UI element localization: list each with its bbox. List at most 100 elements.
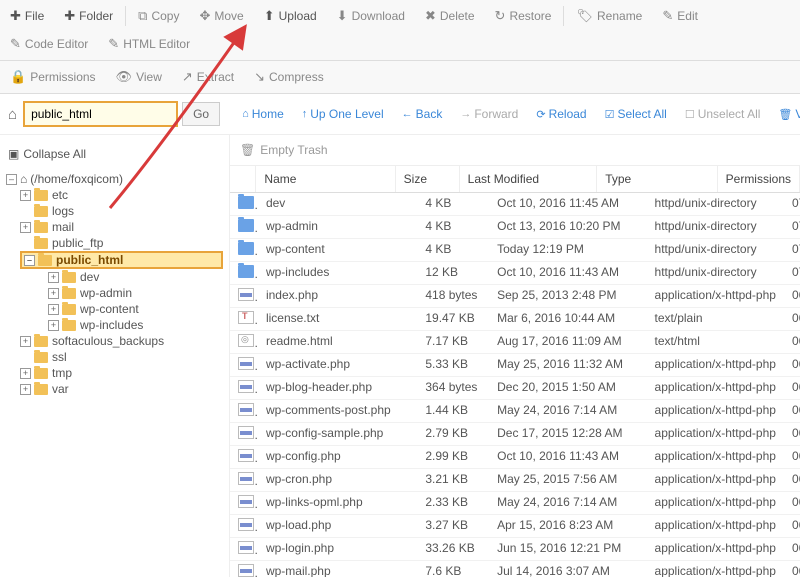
view-button[interactable]: 👁View bbox=[106, 63, 172, 91]
cell-size: 2.33 KB bbox=[417, 492, 489, 514]
restore-label: Restore bbox=[509, 9, 551, 23]
back-link[interactable]: ←Back bbox=[394, 102, 451, 126]
tree-item-tmp[interactable]: +tmp bbox=[20, 365, 223, 381]
table-row[interactable]: wp-admin4 KBOct 13, 2016 10:20 PMhttpd/u… bbox=[230, 216, 800, 239]
go-button[interactable]: Go bbox=[182, 102, 220, 126]
table-row[interactable]: wp-login.php33.26 KBJun 15, 2016 12:21 P… bbox=[230, 538, 800, 561]
tree-item-logs[interactable]: logs bbox=[20, 203, 223, 219]
col-name[interactable]: Name bbox=[256, 166, 395, 192]
up-link[interactable]: ↑Up One Level bbox=[294, 102, 392, 126]
edit-button[interactable]: ✎Edit bbox=[652, 2, 708, 30]
path-input[interactable] bbox=[23, 101, 178, 127]
tree-item-var[interactable]: +var bbox=[20, 381, 223, 397]
expand-icon[interactable]: + bbox=[48, 272, 59, 283]
collapse-icon[interactable]: – bbox=[6, 174, 17, 185]
expand-icon[interactable]: + bbox=[48, 304, 59, 315]
table-row[interactable]: wp-load.php3.27 KBApr 15, 2016 8:23 AMap… bbox=[230, 515, 800, 538]
expand-icon[interactable]: + bbox=[48, 320, 59, 331]
folder-tree: –⌂(/home/foxqicom) +etc logs +mail publi… bbox=[6, 171, 223, 397]
expand-icon[interactable]: + bbox=[20, 336, 31, 347]
codeeditor-label: Code Editor bbox=[25, 37, 88, 51]
folder-label: Folder bbox=[79, 9, 113, 23]
php-icon bbox=[238, 288, 254, 301]
table-row[interactable]: license.txt19.47 KBMar 6, 2016 10:44 AMt… bbox=[230, 308, 800, 331]
html-icon bbox=[238, 334, 254, 347]
table-row[interactable]: wp-cron.php3.21 KBMay 25, 2015 7:56 AMap… bbox=[230, 469, 800, 492]
table-row[interactable]: wp-activate.php5.33 KBMay 25, 2016 11:32… bbox=[230, 354, 800, 377]
table-row[interactable]: wp-blog-header.php364 bytesDec 20, 2015 … bbox=[230, 377, 800, 400]
table-row[interactable]: wp-links-opml.php2.33 KBMay 24, 2016 7:1… bbox=[230, 492, 800, 515]
folder-icon bbox=[62, 272, 76, 283]
codeeditor-button[interactable]: ✎Code Editor bbox=[0, 30, 98, 58]
col-size[interactable]: Size bbox=[396, 166, 460, 192]
folder-button[interactable]: ✚Folder bbox=[54, 2, 123, 30]
table-row[interactable]: wp-comments-post.php1.44 KBMay 24, 2016 … bbox=[230, 400, 800, 423]
permissions-button[interactable]: 🔒Permissions bbox=[0, 63, 106, 91]
expand-icon[interactable]: + bbox=[48, 288, 59, 299]
upload-button[interactable]: ⬆Upload bbox=[254, 2, 327, 30]
collapse-icon[interactable]: – bbox=[24, 255, 35, 266]
cell-modified: Jun 15, 2016 12:21 PM bbox=[489, 538, 646, 560]
cell-modified: Oct 10, 2016 11:45 AM bbox=[489, 193, 646, 215]
cell-name: readme.html bbox=[258, 331, 417, 353]
reload-link[interactable]: ⟳Reload bbox=[528, 102, 594, 126]
table-row[interactable]: wp-config-sample.php2.79 KBDec 17, 2015 … bbox=[230, 423, 800, 446]
table-row[interactable]: wp-content4 KBToday 12:19 PMhttpd/unix-d… bbox=[230, 239, 800, 262]
tree-item-wpadmin[interactable]: + wp-admin bbox=[48, 285, 223, 301]
tree-item-wpcontent[interactable]: +wp-content bbox=[48, 301, 223, 317]
cell-modified: Dec 17, 2015 12:28 AM bbox=[489, 423, 646, 445]
expand-icon[interactable]: + bbox=[20, 368, 31, 379]
selectall-link[interactable]: ☑Select All bbox=[597, 102, 675, 126]
tree-item-publichtml[interactable]: –public_html bbox=[20, 251, 223, 269]
move-button[interactable]: ✥Move bbox=[189, 2, 253, 30]
htmleditor-button[interactable]: ✎HTML Editor bbox=[98, 30, 200, 58]
unselect-link[interactable]: ☐Unselect All bbox=[677, 102, 769, 126]
tree-root[interactable]: –⌂(/home/foxqicom) bbox=[6, 171, 223, 187]
compress-button[interactable]: ↘Compress bbox=[244, 63, 334, 91]
col-type[interactable]: Type bbox=[597, 166, 717, 192]
file-button[interactable]: ✚File bbox=[0, 2, 54, 30]
viewtrash-link[interactable]: 🗑View Trash bbox=[770, 102, 800, 126]
forward-link[interactable]: →Forward bbox=[452, 102, 526, 126]
restore-button[interactable]: ↻Restore bbox=[485, 2, 562, 30]
rename-button[interactable]: 🏷Rename bbox=[566, 2, 652, 30]
tree-item-etc[interactable]: +etc bbox=[20, 187, 223, 203]
extract-button[interactable]: ↗Extract bbox=[172, 63, 244, 91]
delete-button[interactable]: ✖Delete bbox=[415, 2, 485, 30]
upload-icon: ⬆ bbox=[264, 8, 275, 24]
table-row[interactable]: dev4 KBOct 10, 2016 11:45 AMhttpd/unix-d… bbox=[230, 193, 800, 216]
home-link[interactable]: ⌂Home bbox=[234, 102, 292, 126]
copy-button[interactable]: ⧉Copy bbox=[128, 2, 189, 30]
empty-trash-button[interactable]: 🗑Empty Trash bbox=[230, 135, 800, 166]
tree-item-dev[interactable]: + dev bbox=[48, 269, 223, 285]
tree-item-wpincludes[interactable]: +wp-includes bbox=[48, 317, 223, 333]
table-row[interactable]: index.php418 bytesSep 25, 2013 2:48 PMap… bbox=[230, 285, 800, 308]
col-icon[interactable] bbox=[230, 166, 256, 192]
tree-item-publicftp[interactable]: public_ftp bbox=[20, 235, 223, 251]
cell-permissions: 0644 bbox=[784, 377, 800, 399]
tree-item-mail[interactable]: +mail bbox=[20, 219, 223, 235]
forward-icon: → bbox=[460, 108, 471, 120]
expand-icon[interactable]: + bbox=[20, 384, 31, 395]
spacer bbox=[20, 206, 31, 217]
table-row[interactable]: wp-mail.php7.6 KBJul 14, 2016 3:07 AMapp… bbox=[230, 561, 800, 577]
tree-item-softaculous[interactable]: +softaculous_backups bbox=[20, 333, 223, 349]
cell-permissions: 0644 bbox=[784, 400, 800, 422]
delete-label: Delete bbox=[440, 9, 475, 23]
separator bbox=[563, 6, 564, 26]
cell-permissions: 0644 bbox=[784, 492, 800, 514]
expand-icon[interactable]: + bbox=[20, 222, 31, 233]
home-icon[interactable]: ⌂ bbox=[8, 106, 17, 123]
table-row[interactable]: wp-includes12 KBOct 10, 2016 11:43 AMhtt… bbox=[230, 262, 800, 285]
tree-label: dev bbox=[80, 270, 99, 284]
tree-item-ssl[interactable]: ssl bbox=[20, 349, 223, 365]
cell-permissions: 0644 bbox=[784, 331, 800, 353]
table-row[interactable]: wp-config.php2.99 KBOct 10, 2016 11:43 A… bbox=[230, 446, 800, 469]
download-button[interactable]: ⬇Download bbox=[327, 2, 415, 30]
expand-icon[interactable]: + bbox=[20, 190, 31, 201]
table-row[interactable]: readme.html7.17 KBAug 17, 2016 11:09 AMt… bbox=[230, 331, 800, 354]
col-permissions[interactable]: Permissions bbox=[718, 166, 800, 192]
col-modified[interactable]: Last Modified bbox=[460, 166, 598, 192]
tree-label: wp-admin bbox=[80, 286, 132, 300]
collapse-all[interactable]: ▣Collapse All bbox=[6, 143, 223, 165]
